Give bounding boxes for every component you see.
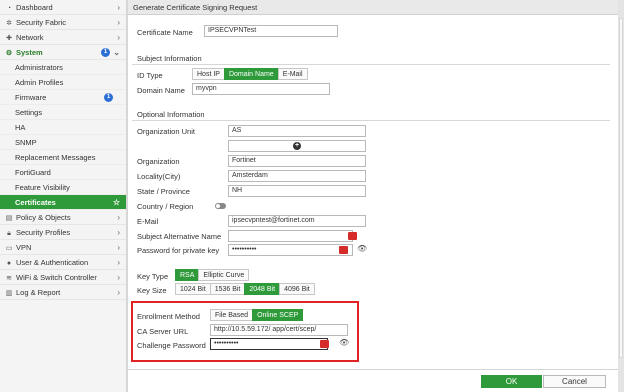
gear-icon: ⚙ <box>5 50 13 57</box>
key-size-selector: 1024 Bit 1536 Bit 2048 Bit 4096 Bit <box>175 283 315 295</box>
domain-name-label: Domain Name <box>137 86 185 95</box>
chevron-right-icon: › <box>117 288 120 297</box>
chevron-right-icon: › <box>117 228 120 237</box>
subject-info-section-title: Subject Information <box>132 53 610 65</box>
add-icon[interactable]: + <box>293 142 301 150</box>
sidebar-item-administrators[interactable]: Administrators <box>0 60 126 75</box>
id-type-selector: Host IP Domain Name E-Mail <box>192 68 308 80</box>
sidebar-item-fortiguard[interactable]: FortiGuard <box>0 165 126 180</box>
main-area: Generate Certificate Signing Request Cer… <box>127 0 624 392</box>
key-type-selector: RSA Elliptic Curve <box>175 269 250 281</box>
sidebar-item-snmp[interactable]: SNMP <box>0 135 126 150</box>
sidebar-item-network[interactable]: ✚ Network › <box>0 30 126 45</box>
notification-badge: 1 <box>101 48 110 57</box>
sidebar-item-log-report[interactable]: ▥ Log & Report › <box>0 285 126 300</box>
optional-info-section-title: Optional Information <box>132 109 610 121</box>
csr-dialog: Generate Certificate Signing Request Cer… <box>127 0 619 392</box>
lock-icon: 🔒︎ <box>7 230 11 237</box>
key-size-2048[interactable]: 2048 Bit <box>244 283 281 295</box>
key-size-1536[interactable]: 1536 Bit <box>209 283 246 295</box>
key-size-4096[interactable]: 4096 Bit <box>279 283 315 295</box>
state-label: State / Province <box>137 187 190 196</box>
sidebar-item-dashboard[interactable]: ◔ Dashboard › <box>0 0 126 15</box>
locality-input[interactable]: Amsterdam <box>228 170 366 182</box>
sidebar-item-certificates[interactable]: Certificates ☆ <box>0 195 126 210</box>
org-unit-input[interactable]: AS <box>228 125 366 137</box>
password-manager-icon[interactable] <box>348 232 357 240</box>
id-type-label: ID Type <box>137 71 163 80</box>
chevron-right-icon: › <box>117 18 120 27</box>
sidebar-item-replacement-messages[interactable]: Replacement Messages <box>0 150 126 165</box>
private-key-password-label: Password for private key <box>137 246 220 255</box>
sidebar-item-ha[interactable]: HA <box>0 120 126 135</box>
user-icon: ● <box>6 260 12 267</box>
chart-icon: ▥ <box>5 290 13 297</box>
wifi-icon: ≋ <box>6 275 12 282</box>
chevron-right-icon: › <box>117 273 120 282</box>
id-type-host-ip[interactable]: Host IP <box>192 68 225 80</box>
policy-icon: ▤ <box>5 215 13 222</box>
notification-badge: 1 <box>104 93 113 102</box>
key-size-1024[interactable]: 1024 Bit <box>175 283 211 295</box>
dialog-footer: OK Cancel <box>128 369 619 392</box>
sidebar-item-settings[interactable]: Settings <box>0 105 126 120</box>
chevron-right-icon: › <box>117 258 120 267</box>
fabric-icon: ✲ <box>6 20 12 27</box>
state-input[interactable]: NH <box>228 185 366 197</box>
country-label: Country / Region <box>137 202 194 211</box>
chevron-down-icon: ⌄ <box>113 48 120 57</box>
org-unit-label: Organization Unit <box>137 127 195 136</box>
domain-name-input[interactable]: myvpn <box>192 83 330 95</box>
star-icon[interactable]: ☆ <box>113 195 120 210</box>
sidebar-item-vpn[interactable]: ▭ VPN › <box>0 240 126 255</box>
chevron-right-icon: › <box>117 213 120 222</box>
san-label: Subject Alternative Name <box>137 232 222 241</box>
certificate-name-label: Certificate Name <box>137 28 193 37</box>
password-manager-icon[interactable] <box>339 246 348 254</box>
cancel-button[interactable]: Cancel <box>543 375 606 388</box>
scrollbar-thumb[interactable] <box>619 18 623 358</box>
email-input[interactable]: ipsecvpntest@fortinet.com <box>228 215 366 227</box>
organization-label: Organization <box>137 157 180 166</box>
sidebar-item-system[interactable]: ⚙ System 1 ⌄ <box>0 45 126 60</box>
sidebar-item-security-profiles[interactable]: 🔒︎ Security Profiles › <box>0 225 126 240</box>
san-input[interactable] <box>228 230 353 242</box>
key-type-rsa[interactable]: RSA <box>175 269 200 281</box>
dialog-title: Generate Certificate Signing Request <box>128 0 618 15</box>
sidebar-item-firmware[interactable]: Firmware 1 <box>0 90 126 105</box>
id-type-domain-name[interactable]: Domain Name <box>223 68 279 80</box>
sidebar-item-admin-profiles[interactable]: Admin Profiles <box>0 75 126 90</box>
locality-label: Locality(City) <box>137 172 181 181</box>
ok-button[interactable]: OK <box>481 375 542 388</box>
private-key-password-input[interactable]: •••••••••• <box>228 244 353 256</box>
certificate-name-input[interactable]: IPSECVPNTest <box>204 25 338 37</box>
dashboard-icon: ◔ <box>6 5 12 12</box>
sidebar-item-user-auth[interactable]: ● User & Authentication › <box>0 255 126 270</box>
email-label: E-Mail <box>137 217 159 226</box>
key-type-elliptic-curve[interactable]: Elliptic Curve <box>198 269 250 281</box>
id-type-email[interactable]: E-Mail <box>277 68 308 80</box>
sidebar-item-wifi-switch[interactable]: ≋ WiFi & Switch Controller › <box>0 270 126 285</box>
eye-icon[interactable]: 👁︎ <box>357 244 367 253</box>
organization-input[interactable]: Fortinet <box>228 155 366 167</box>
sidebar-item-policy-objects[interactable]: ▤ Policy & Objects › <box>0 210 126 225</box>
country-toggle[interactable] <box>215 203 226 209</box>
sidebar-item-security-fabric[interactable]: ✲ Security Fabric › <box>0 15 126 30</box>
highlight-box <box>131 301 359 362</box>
sidebar-item-feature-visibility[interactable]: Feature Visibility <box>0 180 126 195</box>
sidebar: ◔ Dashboard › ✲ Security Fabric › ✚ Network › … <box>0 0 127 392</box>
key-type-label: Key Type <box>137 272 169 281</box>
network-icon: ✚ <box>6 35 12 42</box>
chevron-right-icon: › <box>117 33 120 42</box>
chevron-right-icon: › <box>117 243 120 252</box>
key-size-label: Key Size <box>137 286 167 295</box>
monitor-icon: ▭ <box>5 245 13 252</box>
chevron-right-icon: › <box>117 3 120 12</box>
